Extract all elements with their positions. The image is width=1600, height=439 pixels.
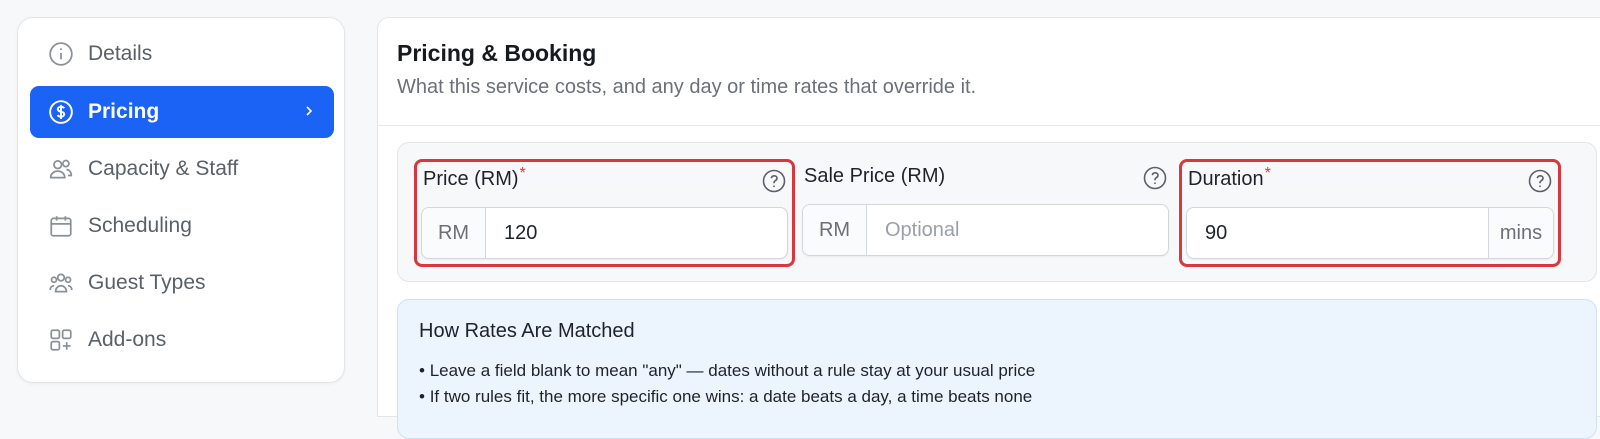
sale-price-input-group: RM [802,204,1169,256]
section-header: Pricing & Booking What this service cost… [378,18,1600,126]
list-item: If two rules fit, the more specific one … [419,384,1035,410]
info-list: Leave a field blank to mean "any" — date… [419,358,1036,410]
sidebar-item-add-ons[interactable]: Add-ons [30,314,334,366]
group-icon [48,270,74,296]
duration-input-group: mins [1186,207,1554,259]
currency-prefix: RM [803,205,867,255]
required-marker: * [519,165,526,182]
sidebar-item-scheduling[interactable]: Scheduling [30,200,334,252]
main-panel: Pricing & Booking What this service cost… [377,17,1600,439]
sidebar-item-label: Scheduling [88,214,192,237]
sidebar-item-guest-types[interactable]: Guest Types [30,257,334,309]
calendar-icon [48,213,74,239]
sale-price-input[interactable] [867,205,1168,255]
sidebar-item-label: Add-ons [88,328,167,351]
list-item: Leave a field blank to mean "any" — date… [419,358,1036,384]
duration-label: Duration* [1188,165,1271,190]
help-icon[interactable] [1528,169,1552,193]
page-subtitle: What this service costs, and any day or … [397,76,977,98]
required-marker: * [1264,165,1271,182]
sidebar-item-label: Details [88,42,153,65]
sidebar-item-pricing[interactable]: Pricing [30,86,334,138]
price-input-group: RM [421,207,788,259]
duration-field: Duration* mins [1179,159,1561,267]
page-title: Pricing & Booking [397,40,597,66]
chevron-right-icon [306,106,313,116]
users-icon [48,156,74,182]
sale-price-field: Sale Price (RM) RM [798,159,1173,267]
price-field: Price (RM)* RM [414,159,795,267]
pricing-fields-card: Price (RM)* RM Sale Price (RM) RM Durati… [397,142,1597,282]
info-title: How Rates Are Matched [419,320,635,342]
sidebar-item-label: Guest Types [88,271,206,294]
sale-price-label: Sale Price (RM) [804,165,946,187]
sidebar-item-label: Capacity & Staff [88,157,239,180]
sidebar-item-details[interactable]: Details [30,28,334,80]
price-input[interactable] [486,208,787,258]
duration-input[interactable] [1187,208,1488,258]
currency-prefix: RM [422,208,486,258]
price-label: Price (RM)* [423,165,526,190]
sidebar-nav: Details Pricing Capacity & Staff Schedul… [17,17,345,383]
rate-matching-info-card: How Rates Are Matched Leave a field blan… [397,299,1597,439]
sidebar-item-capacity-staff[interactable]: Capacity & Staff [30,143,334,195]
info-circle-icon [48,41,74,67]
sidebar-item-label: Pricing [88,100,160,123]
dollar-circle-icon [48,99,74,125]
help-icon[interactable] [762,169,786,193]
duration-unit-suffix: mins [1488,208,1553,258]
help-icon[interactable] [1143,166,1167,190]
grid-plus-icon [48,327,74,353]
